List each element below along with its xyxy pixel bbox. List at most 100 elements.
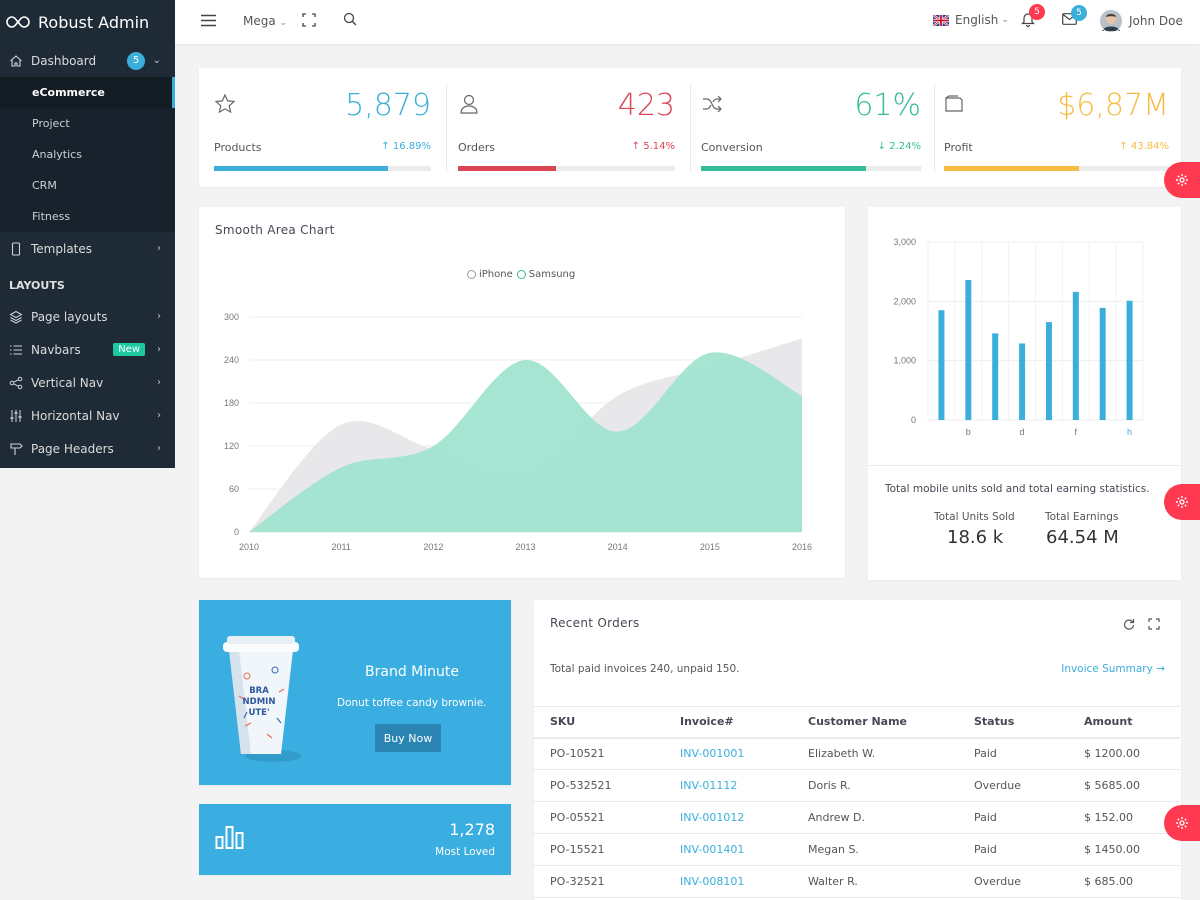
- customizer-toggle-button[interactable]: [1164, 162, 1200, 198]
- customizer-toggle-button[interactable]: [1164, 484, 1200, 520]
- stat-change: ↑ 43.84%: [1119, 141, 1169, 152]
- cell-amount: $ 152.00: [1068, 801, 1180, 834]
- column-header-status[interactable]: Status: [958, 706, 1068, 739]
- x-tick-label: d: [1020, 427, 1025, 437]
- invoice-link[interactable]: INV-001012: [664, 801, 792, 834]
- cell-status: Overdue: [958, 865, 1068, 898]
- customizer-toggle-button[interactable]: [1164, 805, 1200, 841]
- stat-progress-fill: [701, 166, 866, 171]
- bar-d[interactable]: [1019, 343, 1026, 420]
- column-header-customer[interactable]: Customer Name: [792, 706, 958, 739]
- x-tick-label: 2016: [792, 542, 812, 552]
- sidebar-subitem-ecommerce[interactable]: eCommerce: [0, 77, 175, 108]
- sidebar-item-label: Horizontal Nav: [31, 408, 120, 423]
- messages-button[interactable]: 5: [1062, 5, 1087, 25]
- sidebar-item-navbars[interactable]: Navbars New ›: [0, 333, 175, 366]
- bar-c[interactable]: [992, 333, 999, 420]
- cell-customer: Walter R.: [792, 865, 958, 898]
- sidebar: Robust Admin Dashboard 5 ⌄ eCommerce Pro…: [0, 0, 175, 468]
- column-header-sku[interactable]: SKU: [534, 706, 664, 739]
- x-tick-label: 2011: [331, 542, 350, 552]
- table-header-row: SKU Invoice# Customer Name Status Amount: [534, 706, 1180, 739]
- sidebar-item-vertical-nav[interactable]: Vertical Nav ›: [0, 366, 175, 399]
- bar-f[interactable]: [1072, 291, 1079, 420]
- y-tick-label: 180: [224, 398, 239, 408]
- table-row[interactable]: PO-532521 INV-01112 Doris R. Overdue $ 5…: [534, 769, 1180, 802]
- stat-change-value: 2.24%: [889, 141, 921, 152]
- sidebar-item-templates[interactable]: Templates ›: [0, 232, 175, 265]
- user-menu[interactable]: John Doe: [1099, 9, 1183, 33]
- units-label: Total Units Sold: [934, 511, 1015, 523]
- invoice-link[interactable]: INV-008101: [664, 865, 792, 898]
- invoice-link[interactable]: INV-001001: [664, 737, 792, 770]
- stat-orders: 423 Orders ↑ 5.14%: [443, 68, 687, 187]
- search-icon[interactable]: [343, 12, 357, 26]
- arrow-right-icon: →: [1156, 663, 1165, 675]
- most-loved-card: 1,278 Most Loved: [199, 804, 511, 875]
- invoice-summary-label: Invoice Summary: [1061, 663, 1153, 675]
- list-icon: [9, 343, 23, 357]
- column-header-amount[interactable]: Amount: [1068, 706, 1180, 739]
- promo-title: Brand Minute: [365, 664, 459, 680]
- bar-chart-icon: [215, 826, 244, 849]
- cell-customer: Andrew D.: [792, 801, 958, 834]
- sidebar-subitem-crm[interactable]: CRM: [0, 170, 175, 201]
- x-tick-label: f: [1075, 427, 1078, 437]
- sidebar-subitem-analytics[interactable]: Analytics: [0, 139, 175, 170]
- sidebar-item-horizontal-nav[interactable]: Horizontal Nav ›: [0, 399, 175, 432]
- sidebar-subitem-fitness[interactable]: Fitness: [0, 201, 175, 232]
- bar-e[interactable]: [1045, 322, 1052, 420]
- sidebar-item-label: Navbars: [31, 342, 81, 357]
- bar-chart-card: 3,000 2,000 1,000 0 b d f h Total mobile units …: [868, 207, 1181, 580]
- sidebar-item-page-headers[interactable]: Page Headers ›: [0, 432, 175, 465]
- star-icon: [214, 93, 236, 118]
- table-row[interactable]: PO-05521 INV-001012 Andrew D. Paid $ 152…: [534, 801, 1180, 834]
- bar-a[interactable]: [938, 310, 945, 420]
- column-header-invoice[interactable]: Invoice#: [664, 706, 792, 739]
- area-chart: 300 240 180 120 60 02010 2011 2012 2013 2014 2015 2…: [224, 312, 812, 552]
- language-selector[interactable]: English ⌄: [933, 13, 1009, 27]
- x-tick-label: 2012: [423, 542, 443, 552]
- sidebar-subitem-project[interactable]: Project: [0, 108, 175, 139]
- invoice-link[interactable]: INV-001401: [664, 833, 792, 866]
- cell-sku: PO-32521: [534, 865, 664, 898]
- expand-icon[interactable]: [1148, 618, 1160, 633]
- cell-status: Overdue: [958, 769, 1068, 802]
- earnings-value: 64.54 M: [1046, 527, 1119, 548]
- stat-change: ↓ 2.24%: [878, 141, 921, 152]
- invoice-link[interactable]: INV-01112: [664, 769, 792, 802]
- brand[interactable]: Robust Admin: [0, 0, 175, 44]
- stat-profit: $6,87M Profit ↑ 43.84%: [929, 68, 1181, 187]
- sidebar-item-label: Page layouts: [31, 309, 108, 324]
- loved-value: 1,278: [449, 820, 495, 839]
- refresh-icon[interactable]: [1123, 618, 1135, 633]
- sidebar-item-page-layouts[interactable]: Page layouts ›: [0, 300, 175, 333]
- stat-change-value: 5.14%: [643, 141, 675, 152]
- cell-status: Paid: [958, 737, 1068, 770]
- sidebar-item-dashboard[interactable]: Dashboard 5 ⌄: [0, 44, 175, 77]
- buy-now-button[interactable]: Buy Now: [375, 724, 441, 752]
- bar-b[interactable]: [965, 279, 972, 420]
- bar-h[interactable]: [1126, 300, 1133, 420]
- stat-value: 423: [617, 88, 675, 123]
- bar-g[interactable]: [1099, 307, 1106, 420]
- invoice-summary-link[interactable]: Invoice Summary →: [1061, 663, 1165, 675]
- y-tick-label: 0: [234, 527, 239, 537]
- notifications-button[interactable]: 5: [1021, 4, 1045, 27]
- table-row[interactable]: PO-10521 INV-001001 Elizabeth W. Paid $ …: [534, 737, 1180, 770]
- promo-card: BRA NDMIN UTE' Brand Minute Donut toffee…: [199, 600, 511, 785]
- cell-status: Paid: [958, 801, 1068, 834]
- menu-toggle-icon[interactable]: [201, 14, 216, 27]
- orders-summary: Total paid invoices 240, unpaid 150.: [550, 663, 740, 675]
- fullscreen-icon[interactable]: [302, 13, 316, 27]
- stat-progress-track: [701, 166, 921, 171]
- stat-label: Profit: [944, 141, 973, 154]
- cup-brand-text: BRA NDMIN UTE': [242, 686, 276, 718]
- area-chart-card: Smooth Area Chart iPhone Samsung 300 240 1…: [199, 207, 845, 578]
- mega-menu[interactable]: Mega ⌄: [243, 14, 287, 28]
- cell-amount: $ 5685.00: [1068, 769, 1180, 802]
- chevron-right-icon: ›: [157, 443, 161, 454]
- table-row[interactable]: PO-15521 INV-001401 Megan S. Paid $ 1450…: [534, 833, 1180, 866]
- table-row[interactable]: PO-32521 INV-008101 Walter R. Overdue $ …: [534, 865, 1180, 898]
- x-tick-label: 2013: [515, 542, 535, 552]
